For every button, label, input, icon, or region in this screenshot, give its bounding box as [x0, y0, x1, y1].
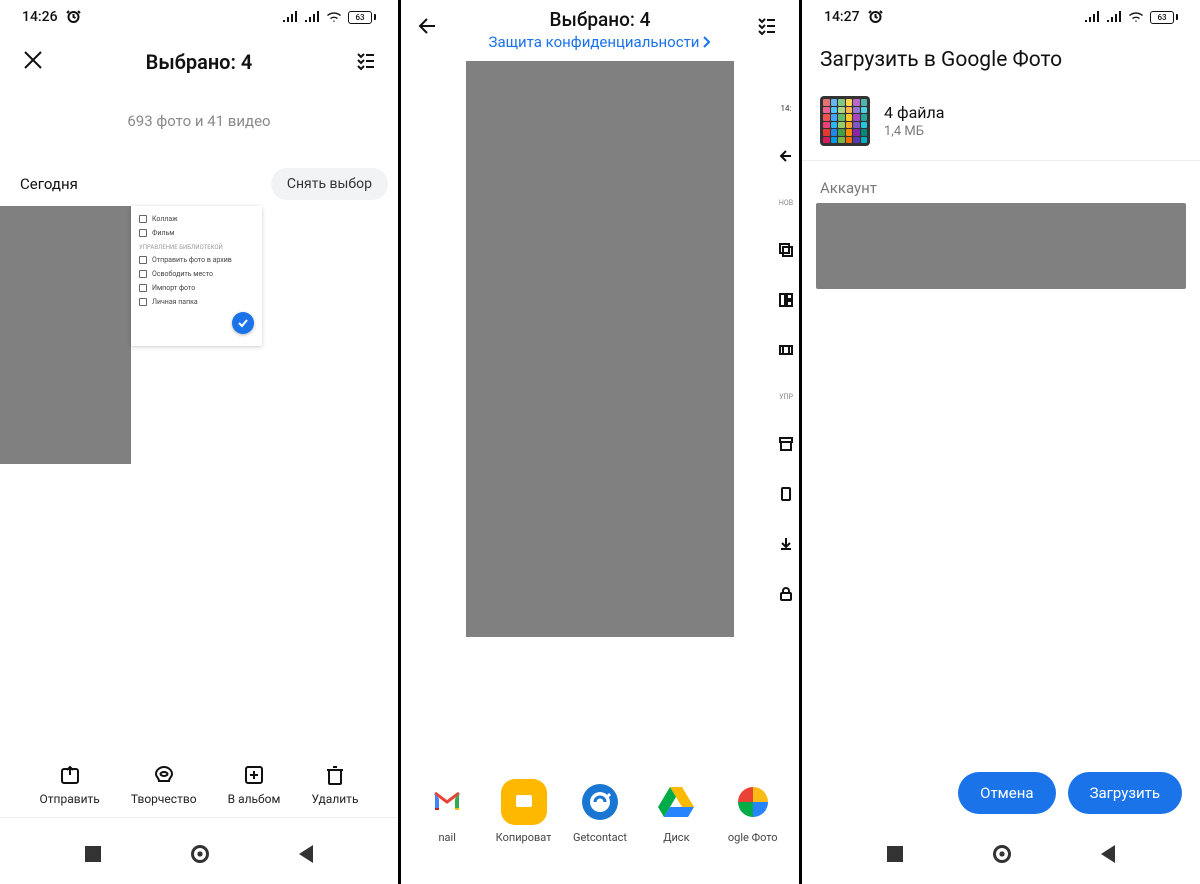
close-icon[interactable]	[22, 49, 44, 75]
menu-free-space[interactable]: Освободить место	[139, 267, 254, 281]
menu-film[interactable]: Фильм	[139, 226, 254, 240]
signal-sim1-icon	[1084, 11, 1100, 23]
header: Выбрано: 4 Защита конфиденциальности	[401, 0, 799, 53]
menu-import[interactable]: Импорт фото	[139, 281, 254, 295]
action-delete[interactable]: Удалить	[311, 764, 358, 806]
side-strip: 14: НОВ УПР	[773, 104, 799, 601]
share-copy[interactable]: Копироват	[489, 779, 559, 844]
menu-archive[interactable]: Отправить фото в архив	[139, 253, 254, 267]
status-time: 14:26	[22, 9, 58, 25]
photo-preview[interactable]	[466, 61, 734, 637]
signal-sim1-icon	[282, 11, 298, 23]
battery-icon: 63	[1150, 11, 1178, 24]
action-to-album[interactable]: В альбом	[228, 764, 281, 806]
action-creative[interactable]: Творчество	[131, 764, 197, 806]
share-getcontact[interactable]: Getcontact	[565, 779, 635, 844]
dialog-buttons: Отмена Загрузить	[958, 772, 1182, 814]
thumbnail-placeholder[interactable]	[0, 206, 131, 464]
dialog-header: Загрузить в Google Фото	[802, 34, 1200, 82]
header: Выбрано: 4	[0, 34, 398, 90]
menu-section: Управление библиотекой	[139, 240, 254, 253]
panel-gallery-selection: 14:26 63 Выбрано: 4 693 фото и 41 видео …	[0, 0, 401, 884]
upload-button[interactable]: Загрузить	[1068, 772, 1182, 814]
account-label: Аккаунт	[802, 161, 1200, 203]
share-gmail[interactable]: nail	[412, 779, 482, 844]
battery-icon: 63	[348, 11, 376, 24]
cancel-button[interactable]: Отмена	[958, 772, 1055, 814]
select-all-icon[interactable]	[354, 49, 376, 75]
download-icon[interactable]	[779, 537, 793, 551]
share-google-photos[interactable]: ogle Фото	[718, 779, 788, 844]
panel-upload-dialog: 14:27 63 Загрузить в Google Фото 4 фай	[802, 0, 1200, 884]
home-button[interactable]	[191, 845, 209, 863]
dialog-title: Загрузить в Google Фото	[820, 48, 1182, 72]
film-icon[interactable]	[779, 343, 793, 357]
media-count: 693 фото и 41 видео	[0, 112, 398, 130]
deselect-chip[interactable]: Снять выбор	[271, 168, 388, 200]
wifi-icon	[326, 11, 342, 23]
strip-label-new: НОВ	[779, 199, 793, 207]
alarm-icon	[868, 8, 883, 27]
status-bar: 14:27 63	[802, 0, 1200, 34]
recents-button[interactable]	[85, 846, 101, 862]
menu-collage[interactable]: Коллаж	[139, 212, 254, 226]
page-title: Выбрано: 4	[146, 50, 253, 74]
thumbnail-grid: Коллаж Фильм Управление библиотекой Отпр…	[0, 206, 398, 468]
system-nav-bar	[802, 824, 1200, 884]
status-time: 14:27	[824, 9, 860, 25]
privacy-link[interactable]: Защита конфиденциальности	[489, 33, 712, 51]
file-size: 1,4 МБ	[884, 124, 944, 139]
archive-icon[interactable]	[779, 437, 793, 451]
signal-sim2-icon	[1106, 11, 1122, 23]
home-button[interactable]	[993, 845, 1011, 863]
collage-icon[interactable]	[779, 293, 793, 307]
bottom-action-bar: Отправить Творчество В альбом Удалить	[0, 764, 398, 806]
lock-icon[interactable]	[779, 587, 793, 601]
file-count: 4 файла	[884, 103, 944, 122]
strip-label-manage: УПР	[779, 393, 793, 401]
copy-icon[interactable]	[779, 243, 793, 257]
share-targets: nail Копироват Getcontact Диск ogle Фото	[401, 779, 799, 844]
context-menu-card: Коллаж Фильм Управление библиотекой Отпр…	[131, 206, 262, 346]
file-summary-row: 4 файла 1,4 МБ	[802, 82, 1200, 160]
back-button[interactable]	[299, 845, 313, 863]
system-nav-bar	[0, 824, 398, 884]
recents-button[interactable]	[887, 846, 903, 862]
panel-share-sheet: Выбрано: 4 Защита конфиденциальности 14:…	[401, 0, 802, 884]
back-button[interactable]	[1101, 845, 1115, 863]
account-selector-redacted[interactable]	[816, 203, 1186, 289]
alarm-icon	[66, 8, 81, 27]
files-thumbnail	[820, 96, 870, 146]
device-icon[interactable]	[779, 487, 793, 501]
menu-locked[interactable]: Личная папка	[139, 295, 254, 309]
signal-sim2-icon	[304, 11, 320, 23]
select-all-icon[interactable]	[755, 14, 777, 40]
status-bar: 14:26 63	[0, 0, 398, 34]
back-arrow-icon[interactable]	[417, 14, 441, 42]
page-title: Выбрано: 4	[417, 8, 783, 31]
share-drive[interactable]: Диск	[641, 779, 711, 844]
selected-check-icon	[232, 312, 254, 334]
wifi-icon	[1128, 11, 1144, 23]
action-send[interactable]: Отправить	[40, 764, 100, 806]
section-today: Сегодня	[20, 175, 78, 193]
